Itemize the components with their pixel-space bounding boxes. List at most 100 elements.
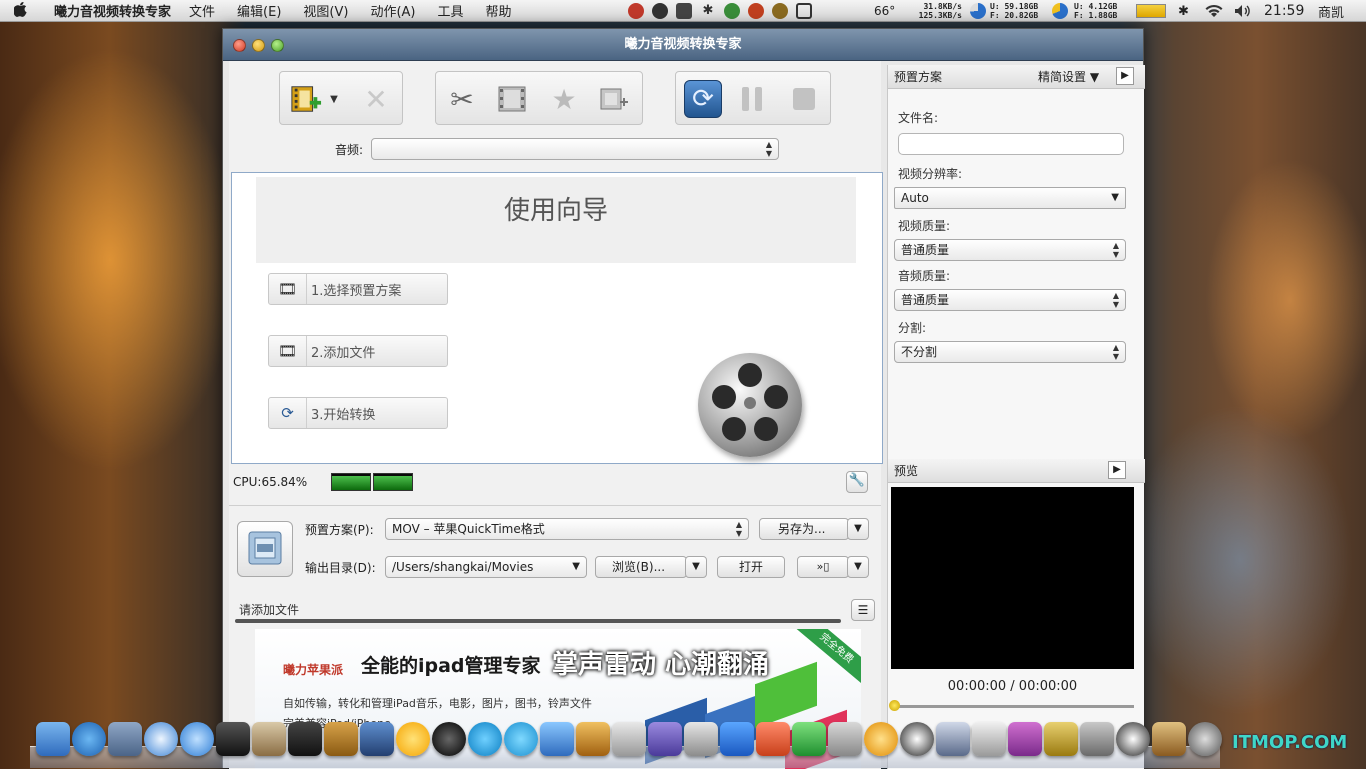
video-quality-select[interactable]: 普通质量 ▲ ▼: [894, 239, 1126, 261]
bluetooth-status-icon[interactable]: ✱: [700, 3, 716, 19]
close-window-button[interactable]: [233, 39, 246, 52]
film-reel-dock-icon[interactable]: [1188, 722, 1222, 756]
add-file-icon[interactable]: [290, 84, 322, 114]
garageband-icon[interactable]: [324, 722, 358, 756]
audio-quality-select[interactable]: 普通质量 ▲ ▼: [894, 289, 1126, 311]
photo-stack-icon[interactable]: [1152, 722, 1186, 756]
safari-icon[interactable]: [144, 722, 178, 756]
iphoto-icon[interactable]: [252, 722, 286, 756]
imovie-icon[interactable]: [288, 722, 322, 756]
qq-icon[interactable]: [900, 722, 934, 756]
wifi-icon[interactable]: [1204, 0, 1224, 22]
preset-select[interactable]: MOV – 苹果QuickTime格式 ▲ ▼: [385, 518, 749, 540]
memory-monitor[interactable]: U: 4.12GB F: 1.88GB: [1074, 0, 1117, 22]
xbmc-icon[interactable]: [432, 722, 466, 756]
save-as-dropdown-icon[interactable]: ▼: [847, 518, 869, 540]
menu-view[interactable]: 视图(V): [303, 1, 348, 20]
format-mov-icon[interactable]: [237, 521, 293, 577]
rss-icon[interactable]: [936, 722, 970, 756]
volume-icon[interactable]: [1234, 0, 1252, 22]
window-titlebar[interactable]: 曦力音视频转换专家: [223, 29, 1143, 61]
disk-monitor[interactable]: U: 59.18GB F: 20.82GB: [990, 0, 1038, 22]
wizard-step-start-convert[interactable]: ⟳ 3.开始转换: [268, 397, 448, 429]
preview-expand-icon[interactable]: ▶: [1108, 461, 1126, 479]
merge-clip-icon[interactable]: [598, 84, 630, 114]
network-monitor[interactable]: 31.8KB/s 125.3KB/s: [900, 0, 962, 22]
app-status-icon[interactable]: [748, 3, 764, 19]
menu-edit[interactable]: 编辑(E): [237, 1, 281, 20]
mail-icon[interactable]: [108, 722, 142, 756]
send-to-device-dropdown-icon[interactable]: ▼: [847, 556, 869, 578]
zoom-window-button[interactable]: [271, 39, 284, 52]
open-button[interactable]: 打开: [717, 556, 785, 578]
drive-status-icon[interactable]: [676, 3, 692, 19]
fruit-status-icon[interactable]: [772, 3, 788, 19]
list-view-icon[interactable]: ☰: [851, 599, 875, 621]
xcode-icon[interactable]: [360, 722, 394, 756]
user-menu[interactable]: 商凯: [1318, 0, 1344, 22]
security-status-icon[interactable]: [724, 3, 740, 19]
cut-icon[interactable]: ✂: [446, 83, 478, 116]
playback-slider-knob[interactable]: [889, 700, 900, 711]
cpu-graph-icon[interactable]: [1136, 0, 1166, 22]
save-as-button[interactable]: 另存为...: [759, 518, 849, 540]
disk-pie-icon[interactable]: [970, 0, 986, 22]
start-convert-icon[interactable]: ⟳: [684, 80, 722, 118]
output-dir-select[interactable]: /Users/shangkai/Movies ▼: [385, 556, 587, 578]
thunder-icon[interactable]: [504, 722, 538, 756]
preview-app-icon[interactable]: [612, 722, 646, 756]
utility-icon[interactable]: [864, 722, 898, 756]
split-select[interactable]: 不分割 ▲ ▼: [894, 341, 1126, 363]
effect-star-icon[interactable]: ★: [548, 83, 580, 116]
filename-field[interactable]: [898, 133, 1124, 155]
app-store-icon[interactable]: [72, 722, 106, 756]
airplane-icon[interactable]: [540, 722, 574, 756]
browse-button[interactable]: 浏览(B)...: [595, 556, 687, 578]
film-clip-icon[interactable]: [496, 84, 528, 114]
window-status-icon[interactable]: [796, 3, 812, 19]
menu-file[interactable]: 文件: [189, 1, 215, 20]
imac-screen-icon[interactable]: [1008, 722, 1042, 756]
apple-menu-icon[interactable]: [13, 1, 36, 21]
excel-icon[interactable]: [792, 722, 826, 756]
search-icon[interactable]: [828, 722, 862, 756]
finder-icon[interactable]: [36, 722, 70, 756]
send-to-device-icon[interactable]: »▯: [797, 556, 849, 578]
advanced-toggle[interactable]: 精简设置 ▼: [1038, 65, 1099, 89]
minimize-window-button[interactable]: [252, 39, 265, 52]
menu-help[interactable]: 帮助: [486, 1, 512, 20]
resolution-select[interactable]: Auto ▼: [894, 187, 1126, 209]
chat-app-icon[interactable]: [396, 722, 430, 756]
numbers-icon[interactable]: [684, 722, 718, 756]
printer-icon[interactable]: [972, 722, 1006, 756]
thumbtack-icon[interactable]: [1044, 722, 1078, 756]
browse-dropdown-icon[interactable]: ▼: [685, 556, 707, 578]
remove-file-icon[interactable]: ✕: [360, 83, 392, 116]
audio-select[interactable]: ▲ ▼: [371, 138, 779, 160]
playback-slider[interactable]: [889, 700, 1134, 711]
wizard-step-add-file[interactable]: 🎞 2.添加文件: [268, 335, 448, 367]
qq-status-icon[interactable]: [652, 3, 668, 19]
stop-icon[interactable]: [788, 84, 820, 114]
facetime-icon[interactable]: [180, 722, 214, 756]
kugou-icon[interactable]: [468, 722, 502, 756]
video-preview[interactable]: [891, 487, 1134, 669]
menu-action[interactable]: 动作(A): [370, 1, 415, 20]
menu-tools[interactable]: 工具: [437, 1, 463, 20]
quill-icon[interactable]: [648, 722, 682, 756]
clock[interactable]: 21:59: [1264, 0, 1304, 22]
transmit-icon[interactable]: [576, 722, 610, 756]
word-icon[interactable]: [720, 722, 754, 756]
panel-expand-icon[interactable]: ▶: [1116, 67, 1134, 85]
settings-wrench-icon[interactable]: 🔧: [846, 471, 868, 493]
add-file-dropdown-icon[interactable]: ▼: [326, 84, 342, 114]
powerpoint-icon[interactable]: [756, 722, 790, 756]
bluetooth-icon[interactable]: ✱: [1178, 0, 1189, 22]
pause-icon[interactable]: [736, 84, 768, 114]
record-status-icon[interactable]: [628, 3, 644, 19]
system-preferences-icon[interactable]: [1080, 722, 1114, 756]
wizard-step-select-preset[interactable]: 🎞 1.选择预置方案: [268, 273, 448, 305]
memory-pie-icon[interactable]: [1052, 0, 1068, 22]
photo-booth-icon[interactable]: [216, 722, 250, 756]
app-menu[interactable]: 曦力音视频转换专家: [54, 1, 171, 20]
